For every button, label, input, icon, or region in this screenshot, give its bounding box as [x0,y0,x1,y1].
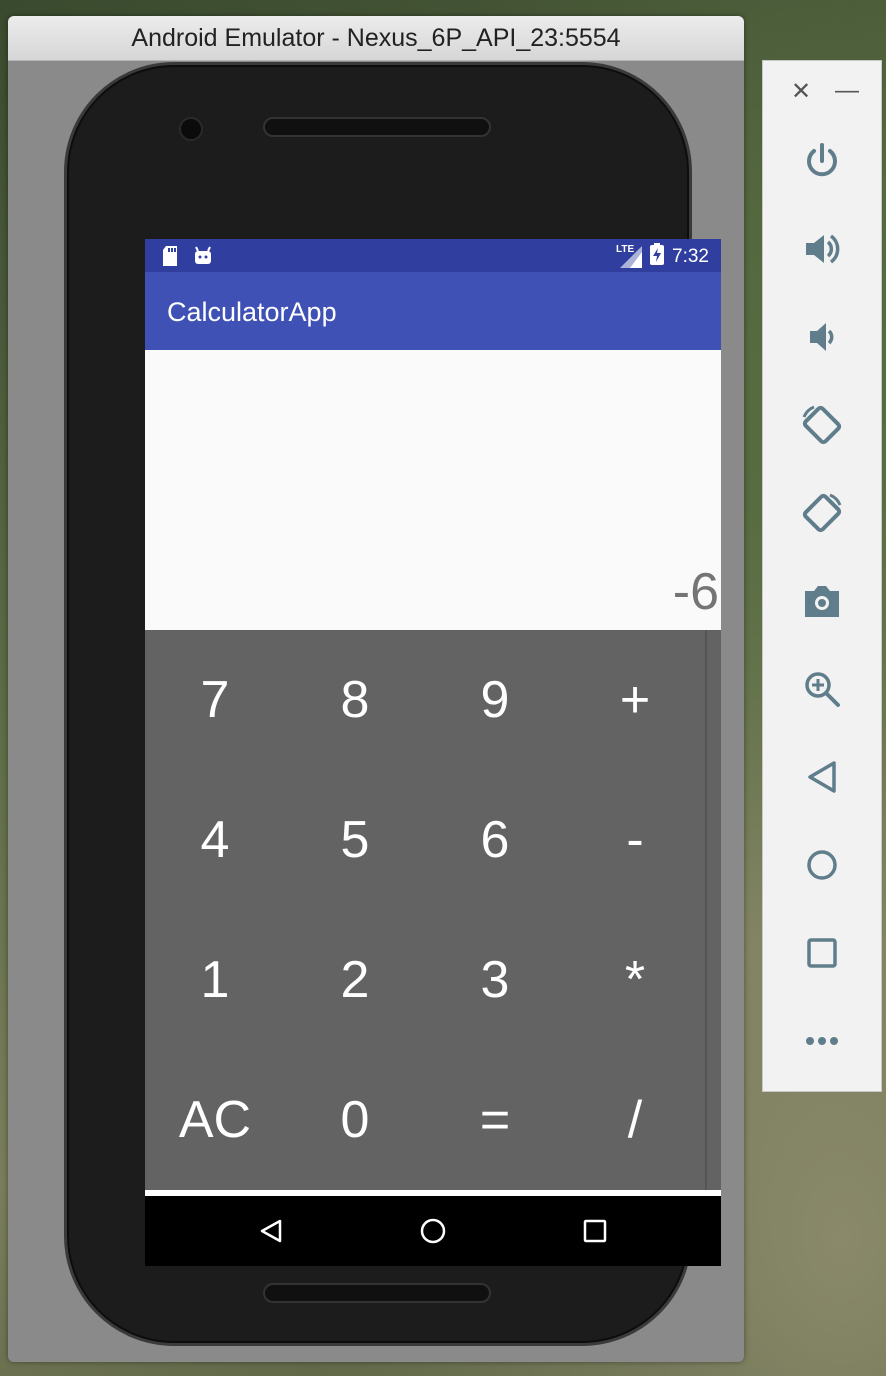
key-8[interactable]: 8 [285,630,425,770]
navigation-bar [145,1196,721,1266]
rotate-right-icon [802,493,842,533]
minimize-icon[interactable]: — [835,77,859,105]
volume-up-button[interactable] [763,205,881,293]
keypad: 7 8 9 + 4 5 6 - 1 2 3 * AC 0 = / [145,630,721,1190]
result-text: -6 [672,563,719,621]
key-multiply[interactable]: * [565,910,705,1050]
emulator-window: Android Emulator - Nexus_6P_API_23:5554 [8,16,744,1362]
toolbar-back-button[interactable] [763,733,881,821]
camera-icon [805,586,839,617]
screenshot-button[interactable] [763,557,881,645]
key-plus[interactable]: + [565,630,705,770]
status-bar: LTE 7:32 [145,239,721,272]
top-speaker [263,117,491,137]
device-screen: LTE 7:32 CalculatorApp -6 7 8 9 + 4 5 6 … [145,239,721,1266]
key-3[interactable]: 3 [425,910,565,1050]
phone-frame: LTE 7:32 CalculatorApp -6 7 8 9 + 4 5 6 … [64,62,721,1346]
more-button[interactable] [763,997,881,1085]
key-equals[interactable]: = [425,1050,565,1190]
more-icon [806,1037,838,1045]
volume-down-icon [810,323,834,351]
status-time: 7:32 [672,246,709,267]
nav-home-button[interactable] [402,1206,464,1256]
volume-down-button[interactable] [763,293,881,381]
key-4[interactable]: 4 [145,770,285,910]
emulator-toolbar: ✕ — [762,60,882,1092]
home-icon [807,850,837,880]
power-icon [807,143,837,177]
toolbar-home-button[interactable] [763,821,881,909]
key-minus[interactable]: - [565,770,705,910]
sd-card-icon [161,245,179,272]
rotate-right-button[interactable] [763,469,881,557]
back-icon [808,761,836,793]
key-divide[interactable]: / [565,1050,705,1190]
toolbar-overview-button[interactable] [763,909,881,997]
power-button[interactable] [763,117,881,205]
key-0[interactable]: 0 [285,1050,425,1190]
zoom-button[interactable] [763,645,881,733]
key-6[interactable]: 6 [425,770,565,910]
key-5[interactable]: 5 [285,770,425,910]
calculator-display: -6 [145,350,721,630]
key-2[interactable]: 2 [285,910,425,1050]
key-9[interactable]: 9 [425,630,565,770]
overview-icon [807,938,837,968]
android-debug-icon [193,245,213,272]
lte-signal-icon: LTE [616,244,643,268]
nav-recents-button[interactable] [564,1206,626,1256]
zoom-icon [805,672,840,707]
network-type: LTE [616,244,635,255]
window-title: Android Emulator - Nexus_6P_API_23:5554 [8,16,744,61]
back-icon [260,1219,282,1243]
rotate-left-icon [802,405,842,445]
app-bar: CalculatorApp [145,272,721,350]
rotate-left-button[interactable] [763,381,881,469]
bottom-speaker [263,1283,491,1303]
battery-charging-icon [650,243,665,271]
key-7[interactable]: 7 [145,630,285,770]
front-camera [179,117,203,141]
nav-back-button[interactable] [240,1206,302,1256]
key-clear[interactable]: AC [145,1050,285,1190]
home-icon [420,1218,446,1244]
recents-icon [583,1219,607,1243]
close-icon[interactable]: ✕ [791,77,811,106]
key-1[interactable]: 1 [145,910,285,1050]
app-title: CalculatorApp [167,297,337,327]
volume-up-icon [806,234,840,264]
